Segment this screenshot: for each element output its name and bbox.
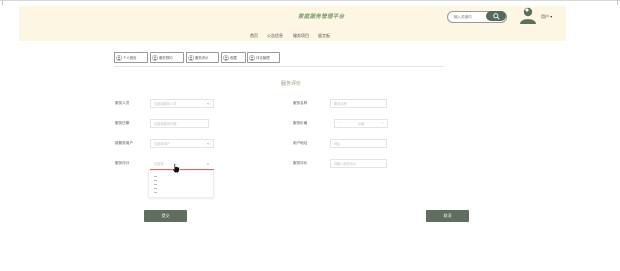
field-placeholder: 地址 <box>334 142 341 146</box>
window-frame-left <box>2 0 3 5</box>
minus-icon[interactable]: − <box>338 121 341 125</box>
user-address-field[interactable]: 地址 <box>330 139 387 148</box>
service-review-input[interactable]: 请输入服务评价 <box>330 159 387 168</box>
dropdown-option[interactable] <box>154 180 157 181</box>
dropdown-option[interactable] <box>154 192 157 193</box>
user-icon <box>188 54 194 61</box>
rating-dropdown[interactable] <box>148 170 214 198</box>
tab-personal-home[interactable]: 个人首页 <box>114 52 148 63</box>
nav-home[interactable]: 首页 <box>250 33 258 39</box>
field-placeholder: 请选择服务日期 <box>154 122 177 126</box>
select-value: 请选择用户 <box>154 142 170 146</box>
service-price-stepper[interactable]: − 价格 + <box>334 119 388 128</box>
submit-button[interactable]: 提交 <box>144 210 187 222</box>
dropdown-option[interactable] <box>154 176 157 177</box>
search-box <box>447 11 507 23</box>
tab-label: 个人首页 <box>123 56 137 60</box>
user-icon <box>116 54 122 61</box>
window-frame-top <box>0 0 620 1</box>
user-icon <box>249 54 255 61</box>
chevron-down-icon <box>207 103 209 105</box>
window-frame-right <box>617 0 618 5</box>
tab-comment-management[interactable]: 评论管理 <box>247 52 280 63</box>
served-user-select[interactable]: 请选择用户 <box>150 139 214 148</box>
plus-icon[interactable]: + <box>381 121 384 125</box>
user-icon <box>223 54 229 61</box>
select-value: 请选择 <box>154 162 164 166</box>
tab-label: 服务预约 <box>159 56 173 60</box>
field-label: 服务人员 <box>115 101 130 105</box>
tab-divider <box>114 66 444 67</box>
field-label: 被服务用户 <box>115 141 133 145</box>
tab-favorites[interactable]: 收藏 <box>221 52 246 63</box>
chevron-down-icon <box>207 163 209 165</box>
chevron-down-icon <box>207 143 209 145</box>
stepper-value: 价格 <box>357 122 365 126</box>
field-label: 服务价格 <box>293 121 308 125</box>
form-title: 服务评价 <box>281 81 302 87</box>
search-button[interactable] <box>486 11 506 21</box>
dropdown-option[interactable] <box>154 188 157 189</box>
field-placeholder: 请输入服务评价 <box>334 162 357 166</box>
search-icon <box>492 12 500 20</box>
service-date-picker[interactable]: 请选择服务日期 <box>150 119 209 128</box>
field-label: 服务评价 <box>293 161 308 165</box>
tab-service-review[interactable]: 服务评价 <box>186 52 219 63</box>
field-placeholder: 服务名称 <box>334 102 347 106</box>
nav-services[interactable]: 服务项目 <box>293 33 309 39</box>
username-label: 用户 <box>541 14 549 19</box>
user-menu[interactable]: 用户 ▾ <box>541 14 552 20</box>
field-label: 用户地址 <box>293 141 308 145</box>
dropdown-option[interactable] <box>154 184 157 185</box>
cancel-button[interactable]: 取消 <box>426 210 469 222</box>
user-icon <box>152 54 158 61</box>
avatar-icon[interactable] <box>520 7 536 24</box>
field-label: 服务名称 <box>293 101 308 105</box>
tab-label: 评论管理 <box>256 56 270 60</box>
tab-label: 服务评价 <box>195 56 209 60</box>
site-title: 家庭服务管理平台 <box>298 14 345 20</box>
service-name-field[interactable]: 服务名称 <box>330 99 387 108</box>
select-value: 请选择服务人员 <box>154 102 177 106</box>
tab-label: 收藏 <box>230 56 237 60</box>
pointer-hand-icon <box>172 163 180 173</box>
field-label: 服务评分 <box>115 161 130 165</box>
field-label: 服务日期 <box>115 121 130 125</box>
tab-service-booking[interactable]: 服务预约 <box>150 52 184 63</box>
search-input[interactable] <box>454 13 484 20</box>
nav-announcements[interactable]: 公告信息 <box>267 33 283 39</box>
service-staff-select[interactable]: 请选择服务人员 <box>150 99 214 108</box>
nav-messages[interactable]: 留言板 <box>318 33 330 39</box>
service-rating-select[interactable]: 请选择 <box>150 159 214 168</box>
